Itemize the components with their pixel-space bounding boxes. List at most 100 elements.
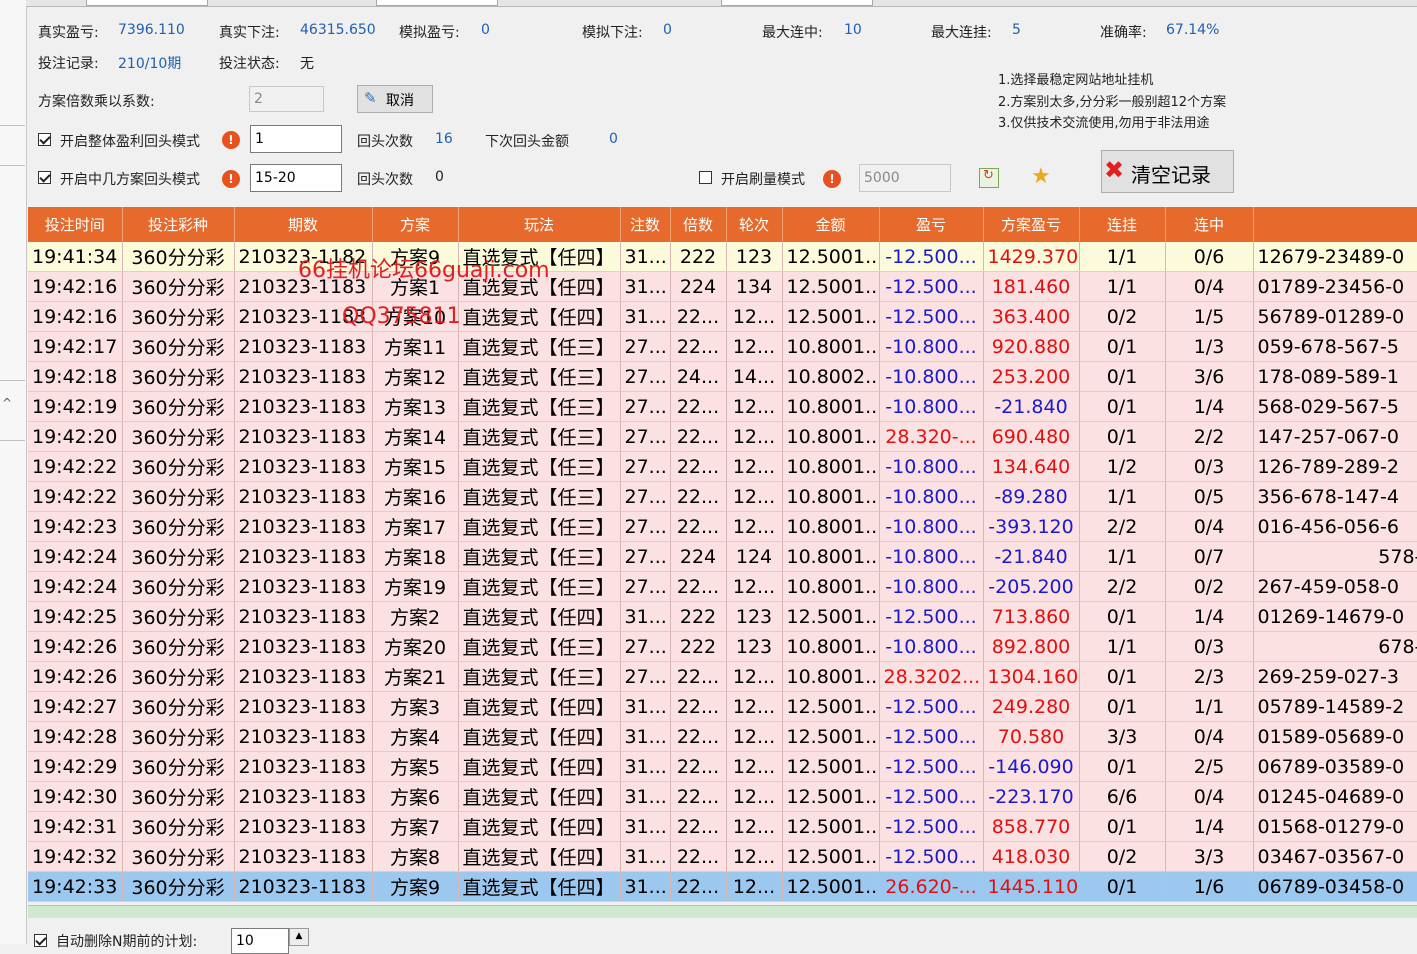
mode1-input[interactable]: 1 (250, 125, 342, 153)
column-header[interactable]: 盈亏 (879, 207, 984, 242)
column-header[interactable]: 注数 (620, 207, 671, 242)
cancel-button[interactable]: ✎ 取消 (357, 85, 433, 113)
table-row[interactable]: 19:42:16 360分分彩 210323-1183 方案10 直选复式【任四】 31.… (28, 301, 1417, 332)
table-row[interactable]: 19:42:30 360分分彩 210323-1183 方案6 直选复式【任四】 31..… (28, 781, 1417, 812)
cell-bet-time: 19:42:27 (28, 691, 123, 722)
cell-consecutive-miss: 0/1 (1079, 601, 1166, 632)
column-header[interactable]: 连中 (1165, 207, 1254, 242)
left-panel-button[interactable] (0, 165, 25, 206)
cell-play-type: 直选复式【任四】 (458, 871, 621, 902)
table-row[interactable]: 19:41:34 360分分彩 210323-1182 方案9 直选复式【任四】 31..… (28, 242, 1417, 272)
brush-mode-checkbox[interactable] (699, 171, 712, 184)
clear-records-button[interactable]: ✖ 清空记录 (1101, 150, 1234, 193)
left-panel-button[interactable] (0, 125, 25, 156)
top-tab-bar (26, 0, 1417, 7)
column-header[interactable]: 期数 (234, 207, 373, 242)
table-row[interactable]: 19:42:22 360分分彩 210323-1183 方案15 直选复式【任三】 27.… (28, 451, 1417, 482)
top-tab[interactable] (721, 0, 873, 6)
column-header[interactable]: 方案盈亏 (983, 207, 1080, 242)
table-row[interactable]: 19:42:19 360分分彩 210323-1183 方案13 直选复式【任三】 27.… (28, 391, 1417, 422)
table-row[interactable]: 19:42:27 360分分彩 210323-1183 方案3 直选复式【任四】 31..… (28, 691, 1417, 722)
cell-consecutive-hit: 0/3 (1165, 631, 1254, 662)
table-row[interactable]: 19:42:23 360分分彩 210323-1183 方案17 直选复式【任三】 27.… (28, 511, 1417, 542)
cell-consecutive-miss: 1/1 (1079, 481, 1166, 512)
cell-round: 123 (726, 242, 783, 272)
table-row[interactable]: 19:42:24 360分分彩 210323-1183 方案18 直选复式【任三】 27.… (28, 541, 1417, 572)
column-header[interactable]: 玩法 (458, 207, 621, 242)
cell-profit: -10.800... (879, 451, 984, 482)
auto-delete-input[interactable]: 10 (231, 928, 289, 954)
cell-lottery-type: 360分分彩 (122, 481, 235, 512)
cell-plan-profit: 70.580 (983, 721, 1080, 752)
left-panel-scroll[interactable] (0, 440, 25, 511)
cell-plan: 方案4 (372, 721, 459, 752)
auto-delete-checkbox[interactable] (34, 934, 47, 947)
cell-bet-numbers: 05789-14589-2 (1253, 691, 1417, 722)
cell-lottery-type: 360分分彩 (122, 721, 235, 752)
cell-bet-time: 19:42:33 (28, 871, 123, 902)
column-header[interactable] (1253, 207, 1417, 242)
cell-play-type: 直选复式【任三】 (458, 331, 621, 362)
star-icon[interactable]: ★ (1031, 164, 1051, 189)
table-row[interactable]: 19:42:31 360分分彩 210323-1183 方案7 直选复式【任四】 31..… (28, 811, 1417, 842)
cell-profit: -10.800... (879, 571, 984, 602)
column-header[interactable]: 连挂 (1079, 207, 1166, 242)
cell-multiple: 224 (670, 271, 727, 302)
cell-bet-count: 31... (620, 871, 671, 902)
cell-consecutive-hit: 1/4 (1165, 601, 1254, 632)
cell-plan: 方案9 (372, 871, 459, 902)
cell-period: 210323-1183 (234, 661, 373, 692)
cell-bet-numbers: 126-789-289-2 (1253, 451, 1417, 482)
cell-multiple: 22... (670, 301, 727, 332)
cell-amount: 10.8002... (782, 361, 880, 392)
multiplier-label: 方案倍数乘以系数: (38, 94, 155, 110)
cell-bet-count: 31... (620, 751, 671, 782)
cell-plan-profit: 858.770 (983, 811, 1080, 842)
table-row[interactable]: 19:42:24 360分分彩 210323-1183 方案19 直选复式【任三】 27.… (28, 571, 1417, 602)
table-row[interactable]: 19:42:28 360分分彩 210323-1183 方案4 直选复式【任四】 31..… (28, 721, 1417, 752)
cell-play-type: 直选复式【任四】 (458, 271, 621, 302)
cell-amount: 10.8001... (782, 451, 880, 482)
top-tab[interactable] (86, 0, 208, 6)
mode2-checkbox[interactable] (38, 171, 51, 184)
cell-consecutive-miss: 1/1 (1079, 631, 1166, 662)
table-row[interactable]: 19:42:22 360分分彩 210323-1183 方案16 直选复式【任三】 27.… (28, 481, 1417, 512)
cell-multiple: 24... (670, 361, 727, 392)
column-header[interactable]: 倍数 (670, 207, 727, 242)
column-header[interactable]: 金额 (782, 207, 880, 242)
cell-plan-profit: -21.840 (983, 391, 1080, 422)
chevron-up-icon[interactable]: ^ (2, 396, 12, 410)
table-row[interactable]: 19:42:16 360分分彩 210323-1183 方案1 直选复式【任四】 31..… (28, 271, 1417, 302)
cell-multiple: 22... (670, 721, 727, 752)
column-header[interactable]: 投注时间 (28, 207, 123, 242)
multiplier-input[interactable]: 2 (249, 86, 324, 112)
mode2-input[interactable]: 15-20 (250, 164, 342, 192)
cell-consecutive-hit: 0/4 (1165, 781, 1254, 812)
cell-bet-numbers: 578-0 (1253, 541, 1417, 572)
table-row[interactable]: 19:42:20 360分分彩 210323-1183 方案14 直选复式【任三】 27.… (28, 421, 1417, 452)
table-row[interactable]: 19:42:26 360分分彩 210323-1183 方案21 直选复式【任三】 27.… (28, 661, 1417, 692)
brush-mode-input[interactable]: 5000 (859, 164, 951, 192)
cell-consecutive-hit: 3/6 (1165, 361, 1254, 392)
mode1-checkbox[interactable] (38, 133, 51, 146)
table-row[interactable]: 19:42:25 360分分彩 210323-1183 方案2 直选复式【任四】 31..… (28, 601, 1417, 632)
cell-period: 210323-1182 (234, 242, 373, 272)
spinner-up-icon[interactable]: ▲ (289, 928, 309, 946)
max-miss-label: 最大连挂: (931, 25, 992, 41)
table-row[interactable]: 19:42:26 360分分彩 210323-1183 方案20 直选复式【任三】 27.… (28, 631, 1417, 662)
cell-multiple: 22... (670, 481, 727, 512)
table-row[interactable]: 19:42:18 360分分彩 210323-1183 方案12 直选复式【任三】 27.… (28, 361, 1417, 392)
top-tab[interactable] (376, 0, 498, 6)
column-header[interactable]: 方案 (372, 207, 459, 242)
table-row[interactable]: 19:42:33 360分分彩 210323-1183 方案9 直选复式【任四】 31..… (28, 871, 1417, 902)
column-header[interactable]: 投注彩种 (122, 207, 235, 242)
cell-amount: 10.8001... (782, 571, 880, 602)
cell-bet-count: 31... (620, 811, 671, 842)
cell-plan-profit: -89.280 (983, 481, 1080, 512)
table-row[interactable]: 19:42:29 360分分彩 210323-1183 方案5 直选复式【任四】 31..… (28, 751, 1417, 782)
refresh-icon[interactable]: ↻ (979, 168, 999, 188)
cell-bet-count: 31... (620, 242, 671, 272)
table-row[interactable]: 19:42:32 360分分彩 210323-1183 方案8 直选复式【任四】 31..… (28, 841, 1417, 872)
column-header[interactable]: 轮次 (726, 207, 783, 242)
table-row[interactable]: 19:42:17 360分分彩 210323-1183 方案11 直选复式【任三】 27.… (28, 331, 1417, 362)
